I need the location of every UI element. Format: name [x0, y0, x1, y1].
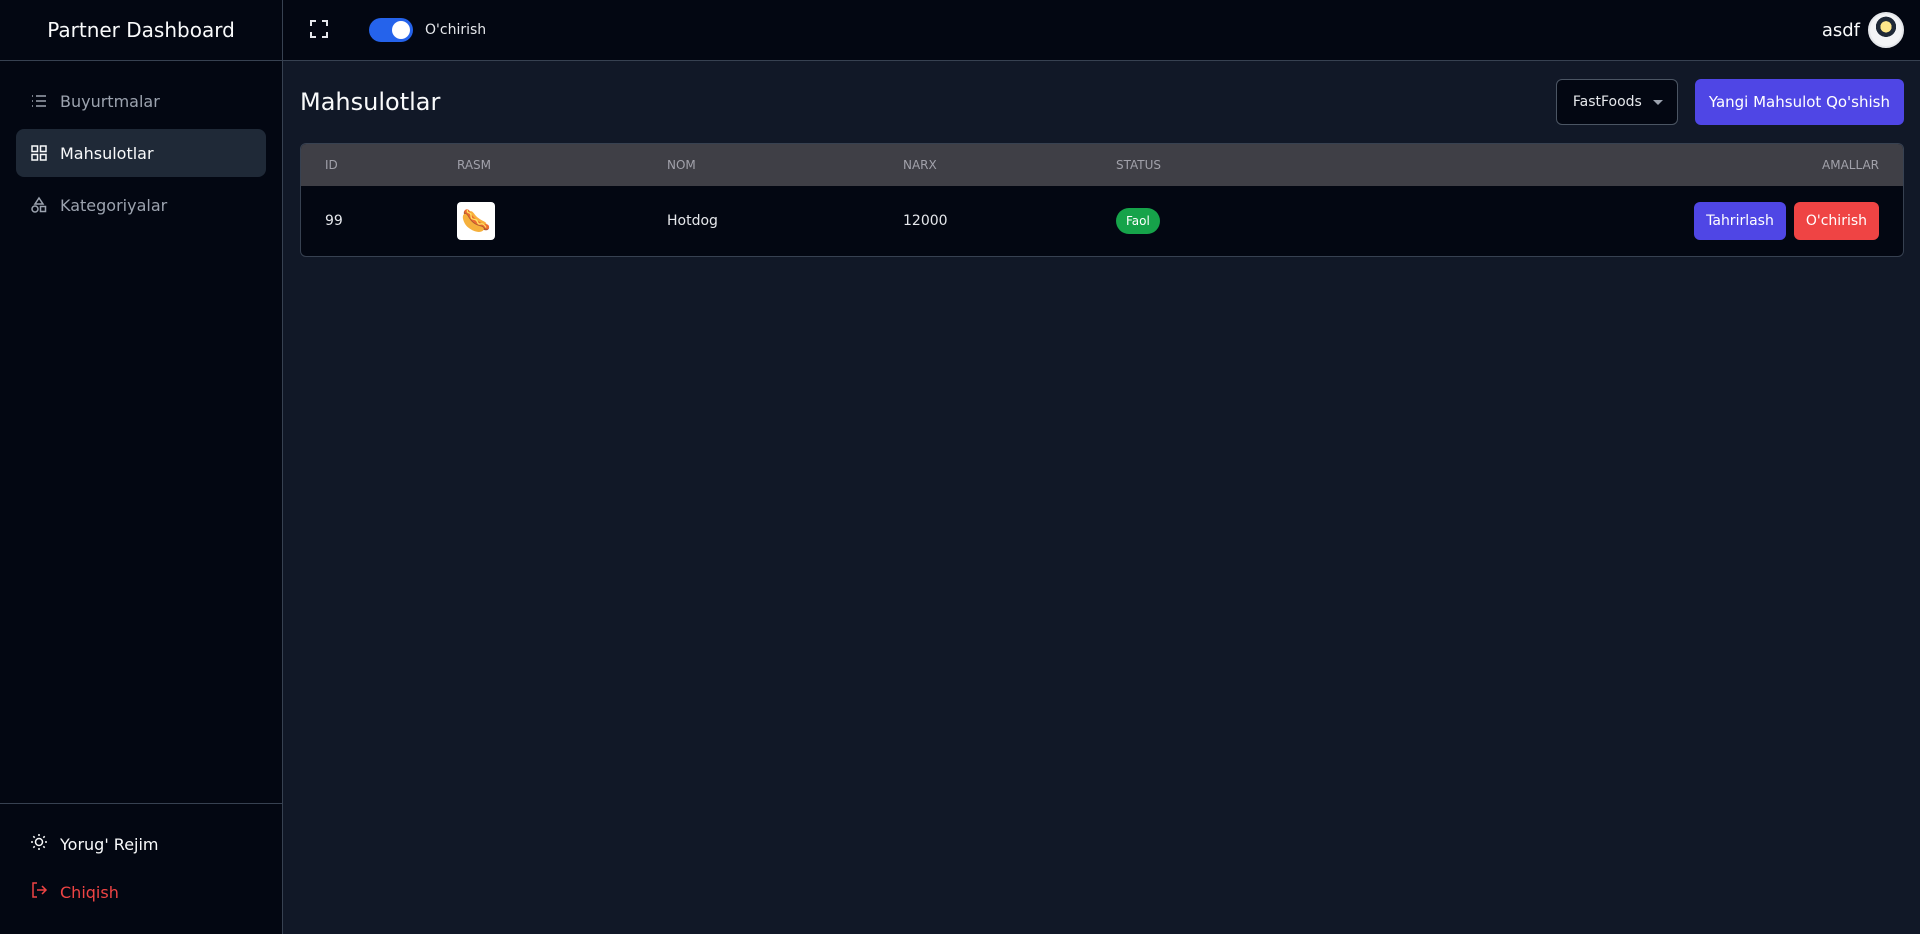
logout-icon	[30, 881, 48, 903]
sidebar-item-kategoriyalar[interactable]: Kategoriyalar	[16, 181, 266, 229]
status-toggle[interactable]	[369, 18, 413, 42]
cell-image: 🌭	[457, 202, 667, 240]
list-icon	[30, 92, 48, 110]
column-header-actions-label: AMALLAR	[1822, 158, 1879, 172]
sidebar-item-buyurtmalar[interactable]: Buyurtmalar	[16, 77, 266, 125]
page-title: Mahsulotlar	[300, 88, 441, 116]
column-header-image: RASM	[457, 158, 492, 172]
sidebar-nav: Buyurtmalar Mahsulotlar Kategoriyalar	[0, 61, 282, 803]
edit-button[interactable]: Tahrirlash	[1694, 202, 1786, 240]
column-header-name: NOM	[667, 158, 696, 172]
product-thumbnail: 🌭	[457, 202, 495, 240]
status-badge: Faol	[1116, 208, 1160, 234]
theme-label: Yorug' Rejim	[60, 834, 159, 854]
logout-button[interactable]: Chiqish	[16, 868, 266, 916]
column-header-id: ID	[325, 158, 338, 172]
avatar[interactable]	[1868, 12, 1904, 48]
sidebar: Partner Dashboard Buyurtmalar Mahsulotla…	[0, 0, 283, 934]
table-row: 99 🌭 Hotdog 12000 Faol Tahrirlash O'chir…	[301, 186, 1903, 256]
sidebar-footer: Yorug' Rejim Chiqish	[0, 803, 282, 934]
cell-actions: Tahrirlash O'chirish	[1316, 202, 1903, 240]
table-header: ID RASM NOM NARX STATUS AMALLAR	[301, 144, 1903, 186]
column-header-status: STATUS	[1116, 158, 1162, 172]
cell-price: 12000	[903, 213, 948, 229]
chevron-down-icon	[1652, 100, 1663, 105]
user-menu[interactable]: asdf	[1822, 12, 1904, 48]
sidebar-item-label: Buyurtmalar	[60, 91, 160, 111]
logout-label: Chiqish	[60, 882, 119, 902]
hotdog-icon: 🌭	[461, 207, 491, 235]
delete-button[interactable]: O'chirish	[1793, 202, 1879, 240]
cell-name: Hotdog	[667, 213, 718, 229]
shapes-icon	[30, 196, 48, 214]
brand-title: Partner Dashboard	[0, 0, 282, 61]
category-select[interactable]: FastFoods	[1555, 79, 1678, 125]
user-name: asdf	[1821, 19, 1860, 41]
sidebar-item-label: Mahsulotlar	[60, 143, 154, 163]
page-toolbar: Mahsulotlar FastFoods Yangi Mahsulot Qo'…	[300, 61, 1904, 143]
sidebar-item-label: Kategoriyalar	[60, 195, 168, 215]
sidebar-item-mahsulotlar[interactable]: Mahsulotlar	[16, 129, 266, 177]
sun-icon	[30, 833, 48, 855]
fullscreen-icon[interactable]	[309, 19, 331, 41]
toggle-label: O'chirish	[425, 22, 487, 38]
category-select-value: FastFoods	[1572, 94, 1642, 110]
top-header: O'chirish asdf	[283, 0, 1920, 61]
column-header-price: NARX	[903, 158, 937, 172]
products-table: ID RASM NOM NARX STATUS AMALLAR 99 🌭 Hot…	[300, 143, 1904, 257]
cell-id: 99	[325, 213, 343, 229]
add-product-button[interactable]: Yangi Mahsulot Qo'shish	[1694, 79, 1904, 125]
cell-status: Faol	[1116, 208, 1316, 234]
main-content: Mahsulotlar FastFoods Yangi Mahsulot Qo'…	[300, 61, 1904, 257]
theme-toggle-button[interactable]: Yorug' Rejim	[16, 820, 266, 868]
grid-icon	[30, 144, 48, 162]
column-header-actions: AMALLAR	[1316, 158, 1903, 172]
